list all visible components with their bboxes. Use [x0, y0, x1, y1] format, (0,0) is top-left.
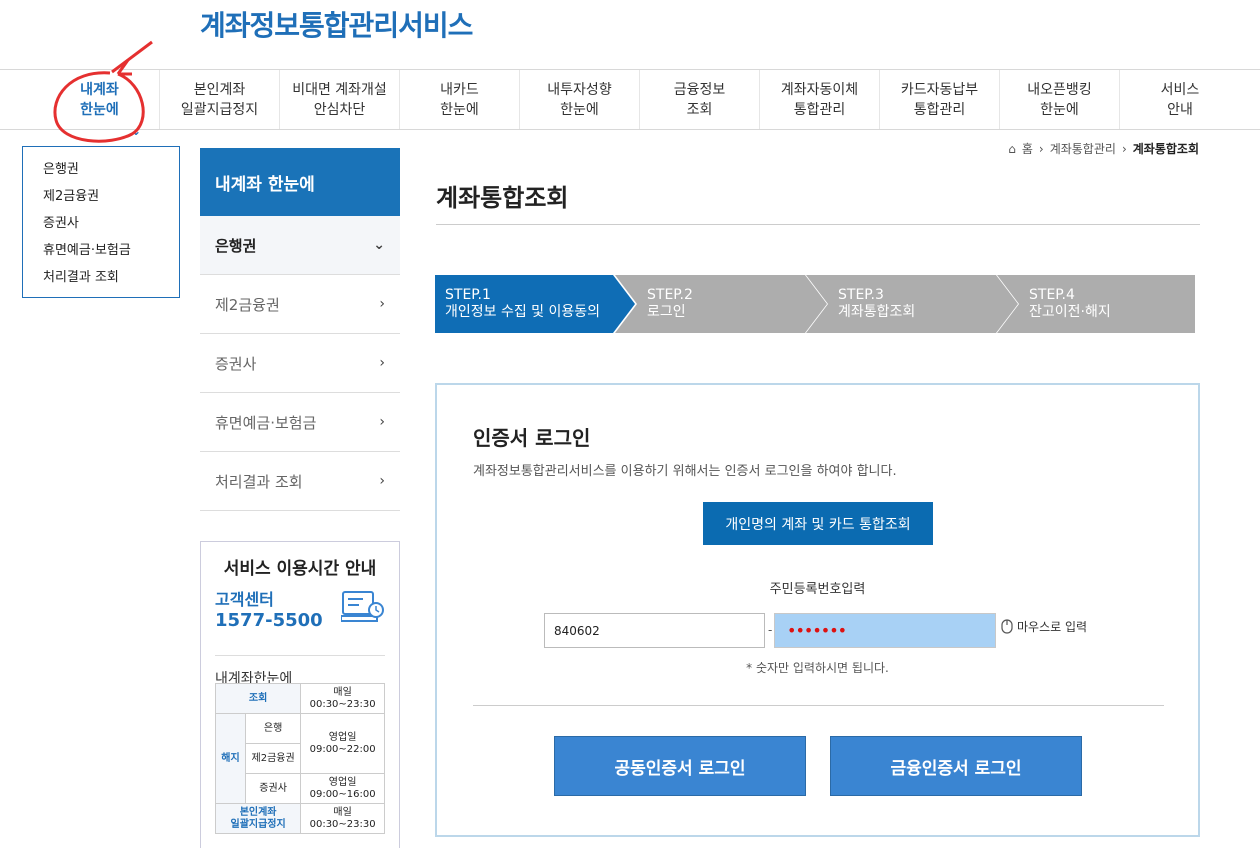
gnb-item-finance-info[interactable]: 금융정보 조회 [640, 70, 760, 129]
hours-second-finance: 제2금융권 [244, 743, 302, 774]
service-hours-title: 서비스 이용시간 안내 [223, 559, 377, 579]
breadcrumb: ⌂ 홈 › 계좌통합관리 › 계좌통합조회 [1008, 140, 1199, 157]
rrn-back-input[interactable]: ••••••• [774, 613, 996, 648]
gnb-item-my-cards[interactable]: 내카드 한눈에 [400, 70, 520, 129]
step-4: STEP.4 잔고이전·해지 [997, 275, 1195, 333]
gnb-label: 금융정보 조회 [673, 81, 726, 118]
rrn-dash: - [768, 623, 773, 637]
sidebar-item-second-finance[interactable]: 제2금융권 › [200, 275, 400, 334]
hours-head-stop: 본인계좌 일괄지급정지 [214, 803, 302, 834]
dropdown-item-results[interactable]: 처리결과 조회 [43, 264, 179, 291]
service-hours-table: 조회 매일 00:30~23:30 해지 은행 영업일 09:00~22:00 … [214, 683, 385, 834]
global-nav: 내계좌 한눈에 ⌄ 본인계좌 일괄지급정지 비대면 계좌개설 안심차단 내카드 한… [0, 69, 1260, 137]
chevron-down-icon: ⌄ [131, 124, 142, 138]
chevron-right-icon: › [1038, 141, 1044, 156]
page-title: 계좌통합조회 [436, 184, 569, 212]
gnb-label: 내계좌 한눈에 [80, 81, 119, 118]
hours-securities: 증권사 [244, 773, 302, 804]
chevron-right-icon: › [379, 414, 385, 430]
chevron-right-icon: › [1121, 141, 1127, 156]
breadcrumb-current: 계좌통합조회 [1132, 142, 1199, 156]
hours-securities-time: 영업일 09:00~16:00 [300, 773, 385, 804]
sidebar-item-dormant[interactable]: 휴면예금·보험금 › [200, 393, 400, 452]
rrn-label: 주민등록번호입력 [769, 582, 866, 597]
sidebar-item-label: 휴면예금·보험금 [215, 413, 317, 432]
rrn-front-input[interactable] [544, 613, 765, 648]
step-label: 로그인 [647, 304, 686, 320]
step-number: STEP.2 [647, 287, 693, 303]
gnb-label: 내투자성향 한눈에 [547, 81, 612, 118]
gnb-label: 내오픈뱅킹 한눈에 [1027, 81, 1092, 118]
login-divider [473, 705, 1164, 706]
mouse-input-toggle[interactable]: 마우스로 입력 [1001, 618, 1087, 635]
login-description: 계좌정보통합관리서비스를 이용하기 위해서는 인증서 로그인을 하여야 합니다. [473, 464, 897, 479]
certificate-login-box: 인증서 로그인 계좌정보통합관리서비스를 이용하기 위해서는 인증서 로그인을 … [435, 383, 1200, 837]
dropdown-item-dormant[interactable]: 휴면예금·보험금 [43, 237, 179, 264]
hours-head-inquiry: 조회 [214, 683, 302, 714]
gnb-item-card-autopay[interactable]: 카드자동납부 통합관리 [880, 70, 1000, 129]
dropdown-item-securities[interactable]: 증권사 [43, 210, 179, 237]
step-number: STEP.1 [445, 287, 491, 303]
sidebar-item-label: 처리결과 조회 [215, 472, 303, 491]
sidebar-item-results[interactable]: 처리결과 조회 › [200, 452, 400, 511]
hours-cancel: 영업일 09:00~22:00 [300, 713, 385, 774]
breadcrumb-mid[interactable]: 계좌통합관리 [1050, 140, 1116, 157]
sidebar: 내계좌 한눈에 은행권 ⌄ 제2금융권 › 증권사 › 휴면예금·보험금 › 처리결과 … [200, 148, 400, 511]
sidebar-item-securities[interactable]: 증권사 › [200, 334, 400, 393]
integrated-inquiry-button[interactable]: 개인명의 계좌 및 카드 통합조회 [703, 502, 933, 545]
hours-bank: 은행 [244, 713, 302, 744]
gnb-item-account-block[interactable]: 비대면 계좌개설 안심차단 [280, 70, 400, 129]
gnb-label: 비대면 계좌개설 안심차단 [292, 81, 387, 118]
gnb-item-investment[interactable]: 내투자성향 한눈에 [520, 70, 640, 129]
home-icon[interactable]: ⌂ [1008, 142, 1016, 156]
gnb-dropdown-menu: 은행권 제2금융권 증권사 휴면예금·보험금 처리결과 조회 [22, 146, 180, 298]
gnb-item-auto-transfer[interactable]: 계좌자동이체 통합관리 [760, 70, 880, 129]
sidebar-title: 내계좌 한눈에 [200, 148, 400, 216]
sidebar-item-bank[interactable]: 은행권 ⌄ [200, 216, 400, 275]
step-label: 잔고이전·해지 [1029, 304, 1111, 320]
gnb-label: 계좌자동이체 통합관리 [780, 81, 859, 118]
site-title[interactable]: 계좌정보통합관리서비스 [200, 4, 473, 44]
gnb-item-service-guide[interactable]: 서비스 안내 [1120, 70, 1240, 129]
service-hours-box: 서비스 이용시간 안내 고객센터 1577-5500 내계좌한눈에 조회 매일 … [200, 541, 400, 848]
hours-head-cancel: 해지 [215, 713, 246, 804]
mouse-input-label: 마우스로 입력 [1017, 620, 1088, 634]
title-divider [436, 224, 1200, 225]
step-label: 계좌통합조회 [838, 304, 916, 320]
chevron-right-icon: › [379, 355, 385, 371]
gnb-label: 서비스 안내 [1160, 81, 1200, 118]
sidebar-item-label: 증권사 [215, 354, 257, 373]
gnb-item-payment-stop[interactable]: 본인계좌 일괄지급정지 [160, 70, 280, 129]
chevron-down-icon: ⌄ [373, 237, 385, 253]
dropdown-item-bank[interactable]: 은행권 [43, 156, 179, 183]
step-indicator: STEP.1 개인정보 수집 및 이용동의 STEP.2 로그인 STEP.3 계좌통… [435, 275, 1195, 333]
mouse-icon [1001, 619, 1013, 634]
gnb-label: 본인계좌 일괄지급정지 [180, 81, 259, 118]
chevron-right-icon: › [379, 473, 385, 489]
gnb-label: 내카드 한눈에 [440, 81, 479, 118]
hours-inquiry: 매일 00:30~23:30 [300, 683, 385, 714]
gnb-item-my-accounts[interactable]: 내계좌 한눈에 ⌄ [40, 70, 160, 137]
rrn-hint: * 숫자만 입력하시면 됩니다. [746, 661, 889, 675]
sidebar-item-label: 은행권 [215, 236, 257, 255]
sidebar-item-label: 제2금융권 [215, 295, 280, 314]
joint-certificate-login-button[interactable]: 공동인증서 로그인 [554, 736, 806, 796]
step-1: STEP.1 개인정보 수집 및 이용동의 [435, 275, 635, 333]
step-label: 개인정보 수집 및 이용동의 [445, 304, 601, 320]
dropdown-item-second-finance[interactable]: 제2금융권 [43, 183, 179, 210]
hours-stop: 매일 00:30~23:30 [300, 803, 385, 834]
login-title: 인증서 로그인 [473, 426, 591, 450]
computer-icon [341, 591, 384, 622]
step-3: STEP.3 계좌통합조회 [806, 275, 1018, 333]
gnb-item-open-banking[interactable]: 내오픈뱅킹 한눈에 [1000, 70, 1120, 129]
chevron-right-icon: › [379, 296, 385, 312]
step-2: STEP.2 로그인 [615, 275, 827, 333]
step-number: STEP.3 [838, 287, 884, 303]
step-number: STEP.4 [1029, 287, 1075, 303]
financial-certificate-login-button[interactable]: 금융인증서 로그인 [830, 736, 1082, 796]
breadcrumb-home[interactable]: 홈 [1022, 140, 1033, 157]
gnb-label: 카드자동납부 통합관리 [900, 81, 979, 118]
